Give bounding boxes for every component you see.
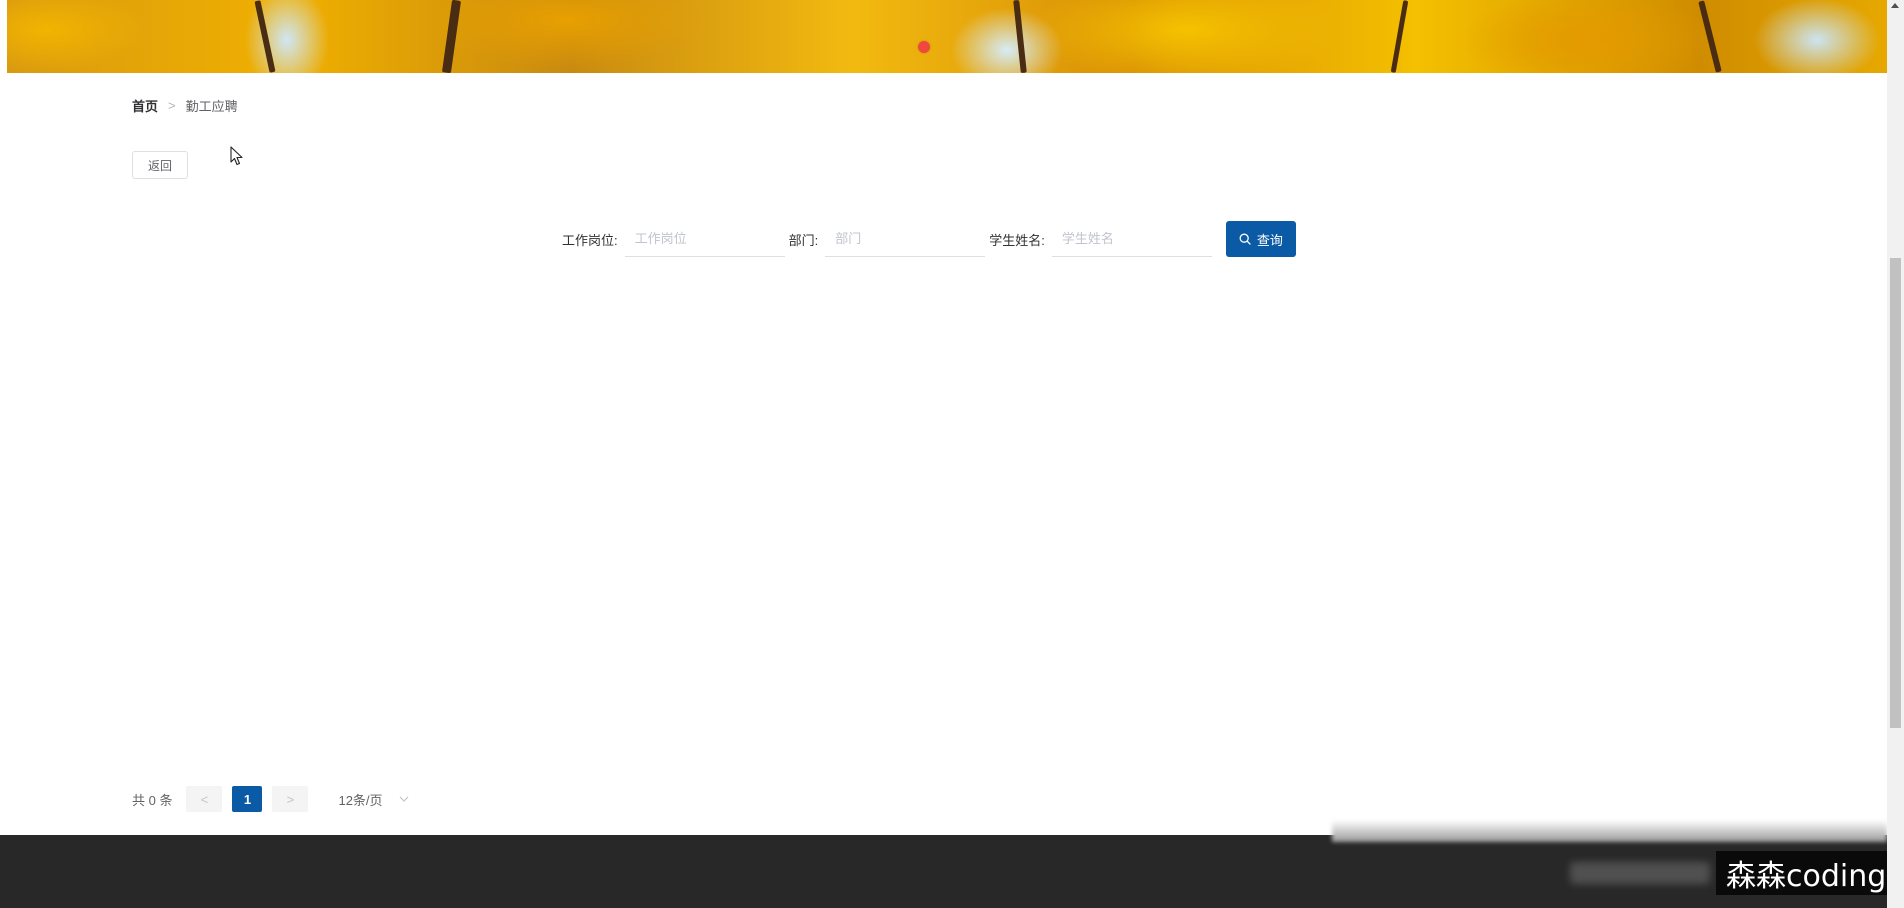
search-form: 工作岗位: 部门: 学生姓名: 查询: [562, 221, 1296, 257]
pagination-prev-button[interactable]: <: [186, 786, 223, 812]
tree-trunk: [1390, 0, 1409, 73]
breadcrumb: 首页 > 勤工应聘: [132, 96, 238, 115]
breadcrumb-current: 勤工应聘: [185, 99, 238, 114]
breadcrumb-separator: >: [168, 98, 176, 113]
mouse-cursor-icon: [230, 146, 243, 166]
search-button[interactable]: 查询: [1225, 221, 1296, 257]
chevron-down-icon: [399, 796, 408, 802]
student-name-label: 学生姓名:: [989, 232, 1045, 248]
pagination-next-button[interactable]: >: [272, 786, 309, 812]
footer-blurred-text: [1570, 862, 1710, 884]
tree-trunk: [1698, 0, 1722, 73]
page: 首页 > 勤工应聘 返回 工作岗位: 部门: 学生姓名: 查询 共 0 条 < …: [0, 0, 1904, 908]
job-position-label: 工作岗位:: [562, 232, 618, 248]
department-input[interactable]: [825, 221, 986, 257]
pagination: 共 0 条 < 1 > 12条/页: [132, 786, 409, 812]
page-size-value: 12条/页: [338, 792, 383, 808]
search-icon: [1239, 233, 1251, 245]
scroll-up-arrow-icon[interactable]: [1891, 3, 1899, 8]
page-size-select[interactable]: 12条/页: [338, 790, 408, 809]
student-name-input[interactable]: [1051, 221, 1212, 257]
job-position-input[interactable]: [624, 221, 785, 257]
department-label: 部门:: [788, 232, 819, 248]
watermark: 森森coding: [1716, 851, 1897, 895]
tree-trunk: [1013, 0, 1027, 73]
search-button-label: 查询: [1256, 232, 1283, 248]
scrollbar-thumb[interactable]: [1890, 258, 1901, 728]
tree-trunk: [441, 0, 462, 73]
pagination-total: 共 0 条: [132, 792, 173, 808]
banner-image: [7, 0, 1887, 73]
vertical-scrollbar[interactable]: [1887, 0, 1904, 908]
back-button[interactable]: 返回: [132, 151, 188, 179]
footer-blurred-area: [1332, 820, 1887, 842]
pagination-page-1[interactable]: 1: [232, 786, 263, 812]
tree-trunk: [254, 0, 276, 73]
breadcrumb-home-link[interactable]: 首页: [132, 96, 158, 115]
carousel-indicator-dot[interactable]: [918, 41, 930, 53]
